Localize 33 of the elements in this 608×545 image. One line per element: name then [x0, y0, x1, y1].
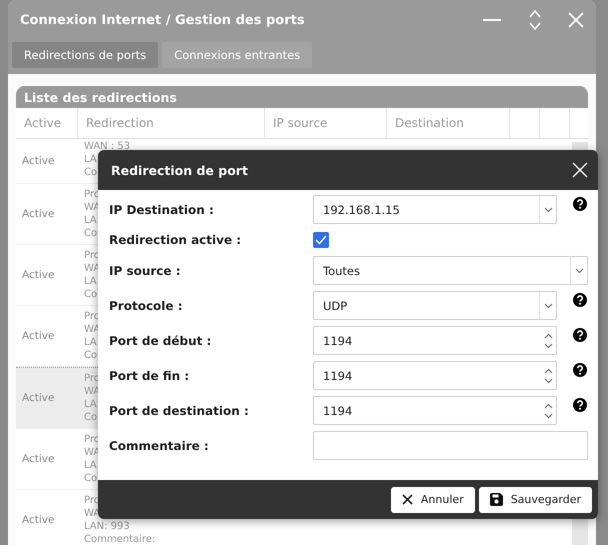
table-cell-text: Active: [21, 207, 56, 222]
field-label: Port de fin :: [109, 368, 190, 382]
table-cell: LA: [84, 398, 97, 411]
field-label: Commentaire :: [109, 438, 210, 452]
field-label: Port de destination :: [109, 404, 250, 418]
window-title: Connexion Internet / Gestion des ports: [20, 12, 305, 28]
table-cell: LA: [84, 336, 97, 349]
table-cell: Co: [84, 166, 98, 179]
table-cell: LA: [84, 214, 97, 227]
field-label: Protocole :: [109, 298, 184, 312]
table-cell-text: Active: [21, 329, 56, 344]
table-cell-text: Active: [21, 391, 56, 406]
table-cell: Co: [84, 288, 98, 301]
table-cell-text: Active: [21, 268, 56, 283]
table-cell: WAN : 53: [84, 140, 130, 153]
table-cell-text: Active: [21, 452, 56, 467]
table-cell: Co: [84, 411, 98, 424]
table-cell-text: Active: [21, 154, 56, 169]
table-cell: Commentaire:: [84, 533, 156, 545]
dialog-title: Redirection de port: [111, 162, 248, 178]
panel-header: Liste des redirections: [16, 87, 588, 108]
field-label: IP source :: [109, 264, 182, 278]
table-cell: LA: [84, 153, 97, 166]
table-cell-text: Active: [21, 513, 56, 528]
table-cell: Co: [84, 227, 98, 240]
table-cell: LAN: 993: [84, 520, 130, 533]
table-cell: LA: [84, 459, 97, 472]
field-label: Redirection active :: [109, 233, 242, 247]
table-cell: LA: [84, 275, 97, 288]
field-label: Port de début :: [109, 334, 212, 348]
field-label: IP Destination :: [109, 202, 215, 216]
table-cell: Co: [84, 472, 98, 485]
table-cell: Co: [84, 349, 98, 362]
